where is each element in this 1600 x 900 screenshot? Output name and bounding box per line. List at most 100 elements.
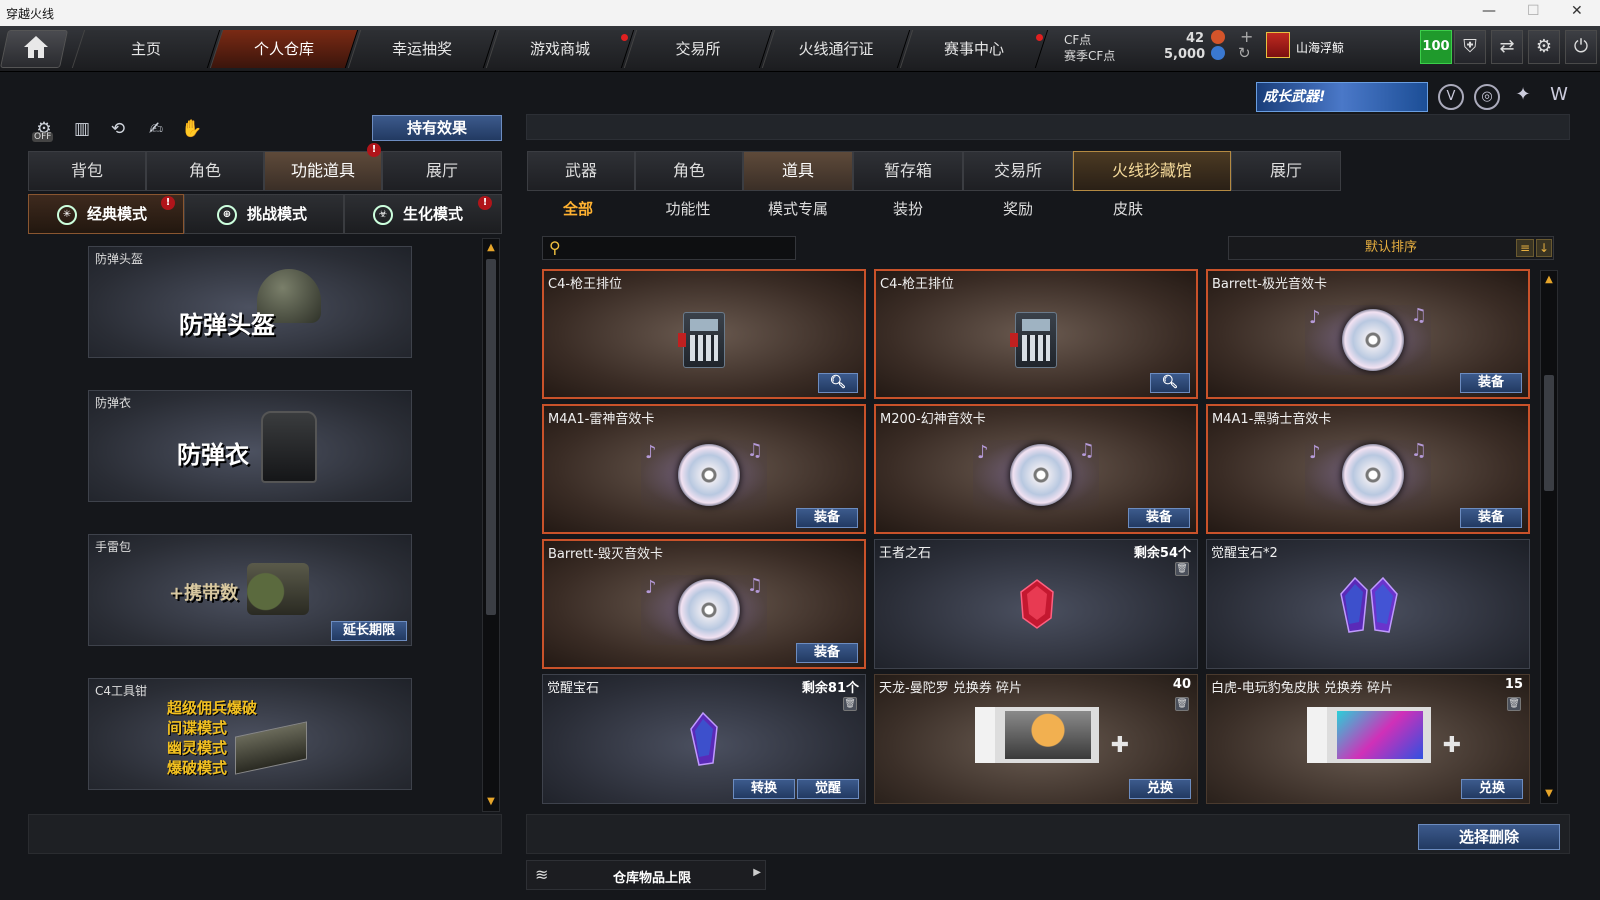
effect-button[interactable]: 持有效果 — [372, 115, 502, 141]
tab-exchange[interactable]: 交易所 — [963, 151, 1073, 191]
puzzle-piece-icon: ✚ — [1110, 733, 1130, 758]
redeem-button[interactable]: 兑换 — [1129, 779, 1191, 799]
item-card[interactable]: M200-幻神音效卡 ♪ ♫ 装备 — [874, 404, 1198, 534]
trash-icon[interactable]: 🗑︎ — [1175, 697, 1189, 711]
extend-period-button[interactable]: 延长期限 — [331, 621, 407, 641]
equip-button[interactable]: 装备 — [1128, 508, 1190, 528]
voucher-ticket-icon — [1307, 707, 1431, 763]
item-card[interactable]: Barrett-极光音效卡 ♪ ♫ 装备 — [1206, 269, 1530, 399]
subtab-mode-exclusive[interactable]: 模式专属 — [748, 198, 848, 222]
stats-icon[interactable]: ▥ — [70, 117, 94, 141]
growth-weapon-banner[interactable]: 成长武器! — [1256, 82, 1428, 112]
scroll-up-icon[interactable]: ▲ — [484, 241, 498, 255]
nav-tab-game-store[interactable]: 游戏商城 — [485, 30, 635, 68]
notification-dot — [1036, 34, 1043, 41]
item-card[interactable]: C4-枪王排位 🔍︎ — [542, 269, 866, 399]
scroll-down-icon[interactable]: ▼ — [484, 795, 498, 809]
tab-character[interactable]: 角色 — [146, 151, 264, 191]
item-card[interactable]: M4A1-雷神音效卡 ♪ ♫ 装备 — [542, 404, 866, 534]
equip-button[interactable]: 装备 — [1460, 373, 1522, 393]
search-input[interactable]: ⚲ — [542, 236, 796, 260]
trash-icon[interactable]: 🗑︎ — [843, 697, 857, 711]
item-card-c4-pliers[interactable]: C4工具钳 超级佣兵爆破 间谍模式 幽灵模式 爆破模式 — [88, 678, 412, 790]
item-card[interactable]: 觉醒宝石*2 — [1206, 539, 1530, 669]
left-scrollbar[interactable]: ▲ ▼ — [482, 238, 500, 812]
tab-functional-items[interactable]: 功能道具 — [264, 151, 382, 191]
item-card[interactable]: Barrett-毁灭音效卡 ♪ ♫ 装备 — [542, 539, 866, 669]
equip-button[interactable]: 装备 — [796, 508, 858, 528]
subtab-all[interactable]: 全部 — [528, 198, 628, 222]
inspect-icon[interactable]: 🔍︎ — [818, 373, 858, 393]
subtab-functional[interactable]: 功能性 — [638, 198, 738, 222]
tab-right-showroom[interactable]: 展厅 — [1231, 151, 1341, 191]
item-card-helmet[interactable]: 防弹头盔 防弹头盔 — [88, 246, 412, 358]
select-delete-button[interactable]: 选择删除 — [1418, 824, 1560, 850]
mode-challenge[interactable]: ⊕ 挑战模式 — [184, 194, 344, 234]
awaken-button[interactable]: 觉醒 — [797, 779, 859, 799]
power-icon[interactable]: ⏻ — [1565, 30, 1597, 64]
convert-button[interactable]: 转换 — [733, 779, 795, 799]
item-card-grenade-pack[interactable]: 手雷包 +携带数 延长期限 — [88, 534, 412, 646]
refresh-icon[interactable]: ↻ — [1238, 44, 1251, 62]
glove-icon[interactable]: ✋ — [180, 117, 204, 141]
nav-tab-lucky-draw[interactable]: 幸运抽奖 — [347, 30, 497, 68]
user-name[interactable]: 山海浮鲸 — [1296, 39, 1344, 56]
globe-icon[interactable]: ◎ — [1474, 84, 1500, 110]
subtab-rewards[interactable]: 奖励 — [968, 198, 1068, 222]
claw-icon[interactable]: ✦ — [1510, 84, 1536, 110]
storage-limit-bar[interactable]: ≋ 仓库物品上限 ▶ — [526, 860, 766, 890]
item-card[interactable]: 天龙-曼陀罗 兑换券 碎片 40 🗑︎ ✚ 兑换 — [874, 674, 1198, 804]
trash-icon[interactable]: 🗑︎ — [1175, 562, 1189, 576]
scroll-down-icon[interactable]: ▼ — [1542, 787, 1556, 801]
history-icon[interactable]: ⟲ — [106, 117, 130, 141]
sort-desc-icon[interactable]: ↓ — [1536, 239, 1552, 257]
item-card-vest[interactable]: 防弹衣 防弹衣 — [88, 390, 412, 502]
redeem-button[interactable]: 兑换 — [1461, 779, 1523, 799]
tab-props[interactable]: 道具 — [743, 151, 853, 191]
rank-badge-icon — [1266, 32, 1290, 58]
subtab-skins[interactable]: 皮肤 — [1078, 198, 1178, 222]
scroll-thumb[interactable] — [486, 259, 496, 615]
equip-button[interactable]: 装备 — [796, 643, 858, 663]
item-card[interactable]: C4-枪王排位 🔍︎ — [874, 269, 1198, 399]
inspect-icon[interactable]: 🔍︎ — [1150, 373, 1190, 393]
tab-weapons[interactable]: 武器 — [527, 151, 635, 191]
item-card[interactable]: 觉醒宝石 剩余81个 🗑︎ 转换 觉醒 — [542, 674, 866, 804]
expand-arrow-icon[interactable]: ▶ — [753, 867, 761, 878]
tab-collection-hall[interactable]: 火线珍藏馆 — [1073, 151, 1231, 191]
wings-icon[interactable]: W — [1546, 84, 1572, 110]
badge-v-icon[interactable]: V — [1438, 84, 1464, 110]
nav-tab-personal-warehouse[interactable]: 个人仓库 — [209, 30, 359, 68]
nav-tab-home[interactable]: 主页 — [71, 30, 221, 68]
item-card[interactable]: 白虎-电玩豹兔皮肤 兑换券 碎片 15 🗑︎ ✚ 兑换 — [1206, 674, 1530, 804]
vest-icon — [261, 411, 317, 483]
hand-icon[interactable]: ✍ — [144, 117, 168, 141]
trash-icon[interactable]: 🗑︎ — [1507, 697, 1521, 711]
item-grid-scrollbar[interactable]: ▲ ▼ — [1540, 270, 1558, 804]
minimize-icon[interactable]: — — [1482, 3, 1496, 19]
tab-characters[interactable]: 角色 — [635, 151, 743, 191]
scroll-up-icon[interactable]: ▲ — [1542, 273, 1556, 287]
nav-tab-battle-pass[interactable]: 火线通行证 — [761, 30, 911, 68]
maximize-icon[interactable]: ☐ — [1527, 3, 1540, 19]
biochem-mode-icon: ☣ — [373, 205, 393, 225]
item-card[interactable]: M4A1-黑骑士音效卡 ♪ ♫ 装备 — [1206, 404, 1530, 534]
close-icon[interactable]: ✕ — [1571, 3, 1583, 19]
awakening-gem-icon — [1340, 576, 1398, 633]
switch-icon[interactable]: ⇄ — [1491, 30, 1523, 64]
sort-label: 默认排序 — [1364, 240, 1417, 255]
scroll-thumb[interactable] — [1544, 375, 1554, 491]
nav-tab-exchange[interactable]: 交易所 — [623, 30, 773, 68]
subtab-dress-up[interactable]: 装扮 — [858, 198, 958, 222]
sound-card-icon: ♪ ♫ — [973, 440, 1099, 511]
shield-icon[interactable]: ⛨ — [1454, 30, 1486, 64]
item-card[interactable]: 王者之石 剩余54个 🗑︎ — [874, 539, 1198, 669]
sort-dropdown[interactable]: 默认排序 — [1228, 236, 1554, 260]
list-view-icon[interactable]: ≡ — [1516, 239, 1534, 257]
gear-icon[interactable]: ⚙ — [1528, 30, 1560, 64]
nav-tab-event-center[interactable]: 赛事中心 — [899, 30, 1049, 68]
tab-backpack[interactable]: 背包 — [28, 151, 146, 191]
equip-button[interactable]: 装备 — [1460, 508, 1522, 528]
tab-temp-box[interactable]: 暂存箱 — [853, 151, 963, 191]
tab-showroom[interactable]: 展厅 — [382, 151, 502, 191]
